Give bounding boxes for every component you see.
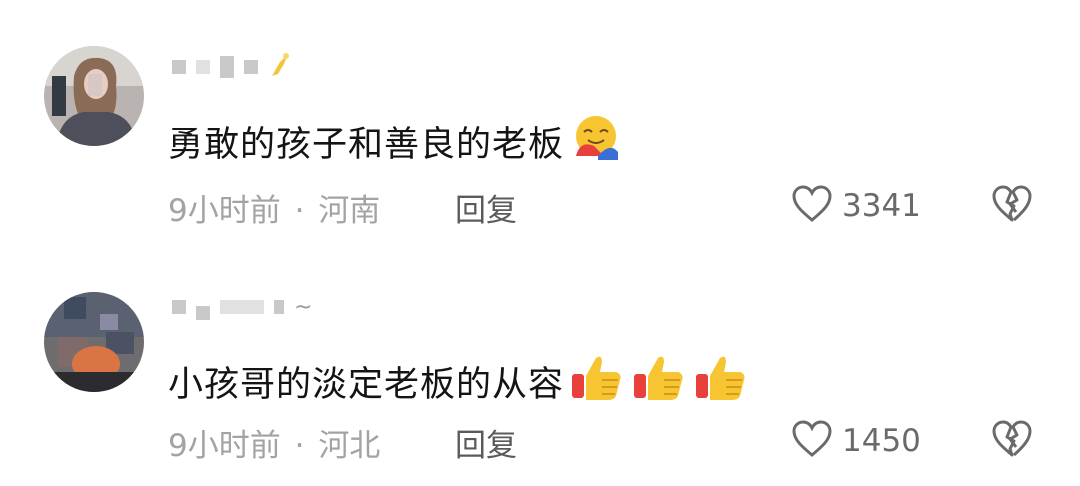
thumbs-up-icon: [632, 352, 688, 411]
heart-icon: [790, 184, 834, 228]
comment-text: 勇敢的孩子和善良的老板: [168, 112, 622, 171]
comment-location: 河北: [318, 428, 381, 464]
username-blur-block: [244, 60, 258, 74]
username-blur-block: [172, 60, 186, 74]
reply-button[interactable]: 回复: [455, 420, 517, 465]
meta-separator: ·: [294, 428, 305, 464]
thumbs-up-icon: [694, 352, 750, 411]
reply-label: 回复: [455, 193, 517, 229]
avatar[interactable]: [44, 292, 144, 392]
sparkle-icon: [268, 50, 292, 84]
like-count: 1450: [842, 423, 921, 459]
username-blur-block: [172, 300, 186, 314]
thumbs-up-icon: [570, 352, 626, 411]
meta-separator: ·: [294, 193, 305, 229]
avatar-photo: [44, 292, 144, 392]
comment-meta: 9小时前 · 河南: [168, 185, 380, 230]
broken-heart-icon: [990, 420, 1034, 463]
comment-time: 9小时前: [168, 193, 281, 229]
heart-icon: [790, 419, 834, 463]
comment-item: 勇敢的孩子和善良的老板 9小时前 · 河南 回复 3341: [0, 0, 1080, 240]
like-button[interactable]: 1450: [790, 419, 921, 463]
comment-text-content: 小孩哥的淡定老板的从容: [168, 365, 565, 405]
like-count: 3341: [842, 188, 921, 224]
avatar-photo: [44, 46, 144, 146]
username-blur-block: [196, 60, 210, 74]
comment-text: 小孩哥的淡定老板的从容: [168, 352, 750, 411]
broken-heart-icon: [990, 185, 1034, 228]
avatar[interactable]: [44, 46, 144, 146]
comment-text-content: 勇敢的孩子和善良的老板: [168, 125, 565, 165]
username-blur-block: [274, 300, 284, 314]
comment-location: 河南: [318, 193, 381, 229]
username[interactable]: ~: [172, 292, 312, 322]
smiling-face-with-hearts-hugging-icon: [570, 112, 622, 171]
comment-item: ~ 小孩哥的淡定老板的从容 9小时前 · 河北 回复 1450: [0, 240, 1080, 480]
username[interactable]: [172, 52, 292, 82]
username-blur-block: [220, 56, 234, 78]
username-blur-block: [196, 306, 210, 320]
dislike-button[interactable]: [990, 184, 1034, 228]
reply-label: 回复: [455, 428, 517, 464]
like-button[interactable]: 3341: [790, 184, 921, 228]
username-visible-text: ~: [294, 294, 313, 320]
username-blur-block: [220, 300, 264, 314]
dislike-button[interactable]: [990, 419, 1034, 463]
comment-meta: 9小时前 · 河北: [168, 420, 380, 465]
reply-button[interactable]: 回复: [455, 185, 517, 230]
comment-time: 9小时前: [168, 428, 281, 464]
